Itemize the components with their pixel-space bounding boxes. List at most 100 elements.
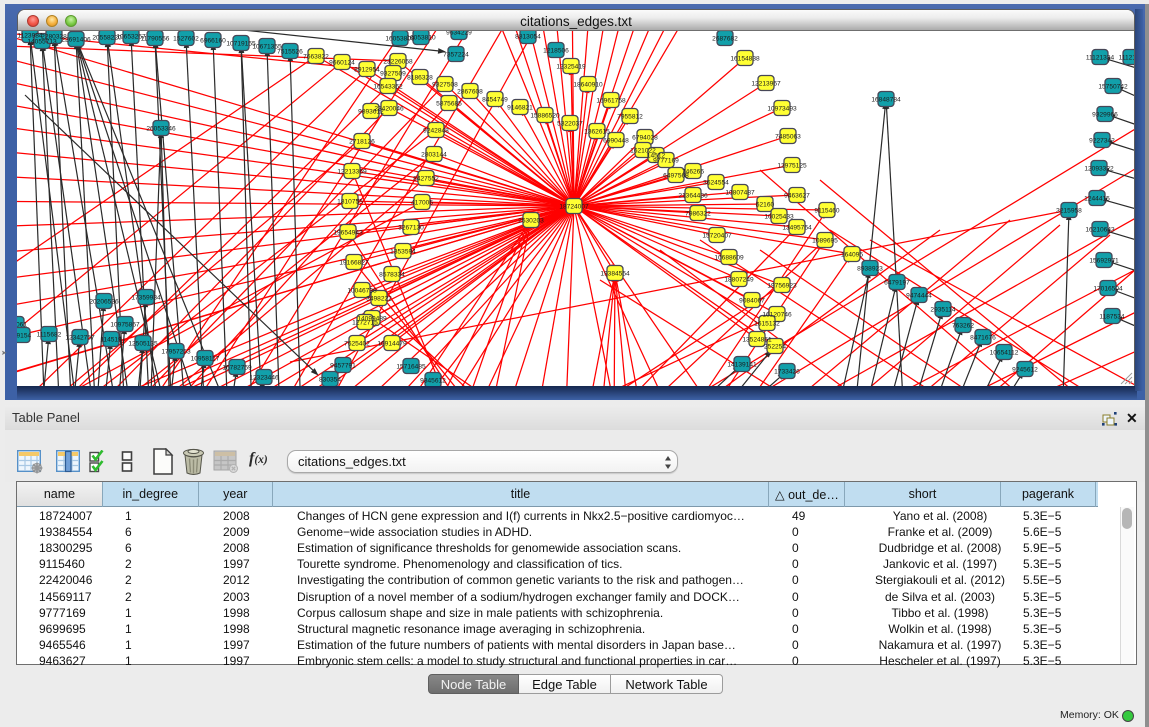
- svg-text:114519: 114519: [100, 336, 122, 343]
- svg-text:10973493: 10973493: [767, 105, 797, 112]
- svg-text:15720407: 15720407: [702, 232, 732, 239]
- svg-text:16961758: 16961758: [596, 97, 626, 104]
- svg-text:9634229: 9634229: [446, 31, 472, 36]
- svg-text:13495764: 13495764: [782, 224, 812, 231]
- svg-text:26053346: 26053346: [146, 125, 176, 132]
- svg-text:39154: 39154: [17, 332, 31, 339]
- svg-text:9245612: 9245612: [1012, 366, 1038, 373]
- svg-text:12213967: 12213967: [751, 80, 781, 87]
- svg-text:435061: 435061: [17, 321, 27, 328]
- svg-text:20206536: 20206536: [89, 298, 119, 305]
- svg-text:9777169: 9777169: [653, 157, 679, 164]
- svg-text:14139141: 14139141: [727, 361, 757, 368]
- svg-text:2687682: 2687682: [712, 35, 738, 42]
- svg-text:9084067: 9084067: [739, 297, 765, 304]
- svg-text:1089695: 1089695: [812, 237, 838, 244]
- svg-text:1362615: 1362615: [584, 128, 610, 135]
- svg-text:10975867: 10975867: [110, 321, 140, 328]
- svg-text:1244415: 1244415: [1084, 195, 1110, 202]
- svg-text:9242848: 9242848: [423, 127, 449, 134]
- svg-text:164095: 164095: [841, 251, 863, 258]
- svg-text:7955812: 7955812: [617, 113, 643, 120]
- svg-text:1218506: 1218506: [543, 47, 569, 54]
- svg-text:6794028: 6794028: [632, 134, 658, 141]
- svg-text:2935114: 2935114: [930, 306, 956, 313]
- svg-text:17016504: 17016504: [1093, 285, 1123, 292]
- svg-text:9463627: 9463627: [784, 192, 810, 199]
- svg-text:417006: 417006: [411, 199, 433, 206]
- svg-text:12323446: 12323446: [249, 374, 279, 381]
- svg-text:252254: 252254: [764, 343, 786, 350]
- svg-text:1527602: 1527602: [173, 35, 199, 42]
- svg-text:2718126: 2718126: [349, 138, 375, 145]
- svg-text:10688609: 10688609: [714, 254, 744, 261]
- svg-text:18807249: 18807249: [724, 276, 754, 283]
- svg-text:2530203: 2530203: [518, 217, 544, 224]
- svg-text:19384554: 19384554: [600, 270, 630, 277]
- svg-text:17957253: 17957253: [161, 348, 191, 355]
- svg-text:9329966: 9329966: [1092, 111, 1118, 118]
- svg-text:16154838: 16154838: [730, 55, 760, 62]
- svg-text:9146821: 9146821: [507, 104, 533, 111]
- svg-text:16848784: 16848784: [871, 96, 901, 103]
- svg-text:9345612: 9345612: [420, 377, 446, 384]
- svg-text:11790556: 11790556: [141, 35, 170, 42]
- svg-text:2867608: 2867608: [457, 88, 483, 95]
- svg-text:8578334: 8578334: [379, 271, 405, 278]
- svg-text:9474444: 9474444: [906, 292, 932, 299]
- svg-text:1615132: 1615132: [754, 320, 780, 327]
- svg-text:7515526: 7515526: [277, 48, 303, 55]
- svg-text:7485063: 7485063: [775, 133, 801, 140]
- svg-text:16782759: 16782759: [222, 364, 252, 371]
- svg-text:9227342: 9227342: [1089, 137, 1115, 144]
- svg-text:5322037: 5322037: [557, 120, 583, 127]
- svg-text:16543362: 16543362: [373, 83, 403, 90]
- svg-text:10654112: 10654112: [990, 349, 1019, 356]
- svg-text:18724007: 18724007: [559, 203, 589, 210]
- svg-text:10807487: 10807487: [725, 189, 755, 196]
- svg-text:830354: 830354: [319, 376, 341, 383]
- svg-text:8471676: 8471676: [970, 334, 996, 341]
- svg-text:9327509: 9327509: [380, 70, 406, 77]
- svg-text:1112133: 1112133: [1119, 54, 1134, 61]
- svg-text:8938923: 8938923: [857, 265, 883, 272]
- svg-text:1187534: 1187534: [1099, 313, 1125, 320]
- svg-text:16120746: 16120746: [762, 311, 792, 318]
- svg-text:9660124: 9660124: [329, 59, 355, 66]
- svg-text:1353594: 1353594: [390, 248, 416, 255]
- svg-text:1810755: 1810755: [337, 198, 363, 205]
- svg-text:3498222: 3498222: [366, 295, 392, 302]
- svg-text:10046738: 10046738: [347, 287, 377, 294]
- svg-text:19654943: 19654943: [333, 229, 363, 236]
- svg-text:19756923: 19756923: [767, 282, 797, 289]
- svg-text:8912954: 8912954: [354, 66, 380, 73]
- svg-text:10025433: 10025433: [764, 213, 794, 220]
- svg-text:15716485: 15716485: [396, 363, 426, 370]
- svg-text:8454749: 8454749: [482, 96, 508, 103]
- svg-text:12213369: 12213369: [337, 168, 367, 175]
- svg-text:5875685: 5875685: [436, 100, 462, 107]
- svg-text:62160: 62160: [756, 201, 775, 208]
- svg-text:12093322: 12093322: [1084, 165, 1114, 172]
- svg-text:8186328: 8186328: [407, 74, 433, 81]
- svg-text:3267130: 3267130: [398, 224, 424, 231]
- svg-text:21364436: 21364436: [678, 192, 708, 199]
- svg-text:7357224: 7357224: [443, 51, 469, 58]
- svg-text:7663822: 7663822: [303, 53, 329, 60]
- svg-text:1733426: 1733426: [774, 368, 800, 375]
- svg-text:7986322: 7986322: [685, 210, 711, 217]
- svg-text:2803144: 2803144: [421, 151, 447, 158]
- svg-text:9327508: 9327508: [432, 81, 458, 88]
- svg-text:18640910: 18640910: [573, 81, 603, 88]
- svg-text:7625402: 7625402: [344, 340, 370, 347]
- svg-text:17359934: 17359934: [131, 294, 161, 301]
- svg-text:9457791: 9457791: [330, 362, 356, 369]
- svg-text:8427552: 8427552: [413, 175, 439, 182]
- svg-text:9893612: 9893612: [358, 108, 384, 115]
- svg-text:1115682: 1115682: [37, 331, 62, 338]
- svg-text:8813054: 8813054: [515, 33, 541, 40]
- svg-text:12342757: 12342757: [65, 334, 95, 341]
- svg-text:12975125: 12975125: [777, 162, 807, 169]
- svg-text:12505135: 12505135: [128, 340, 158, 347]
- svg-text:16053810: 16053810: [406, 34, 436, 41]
